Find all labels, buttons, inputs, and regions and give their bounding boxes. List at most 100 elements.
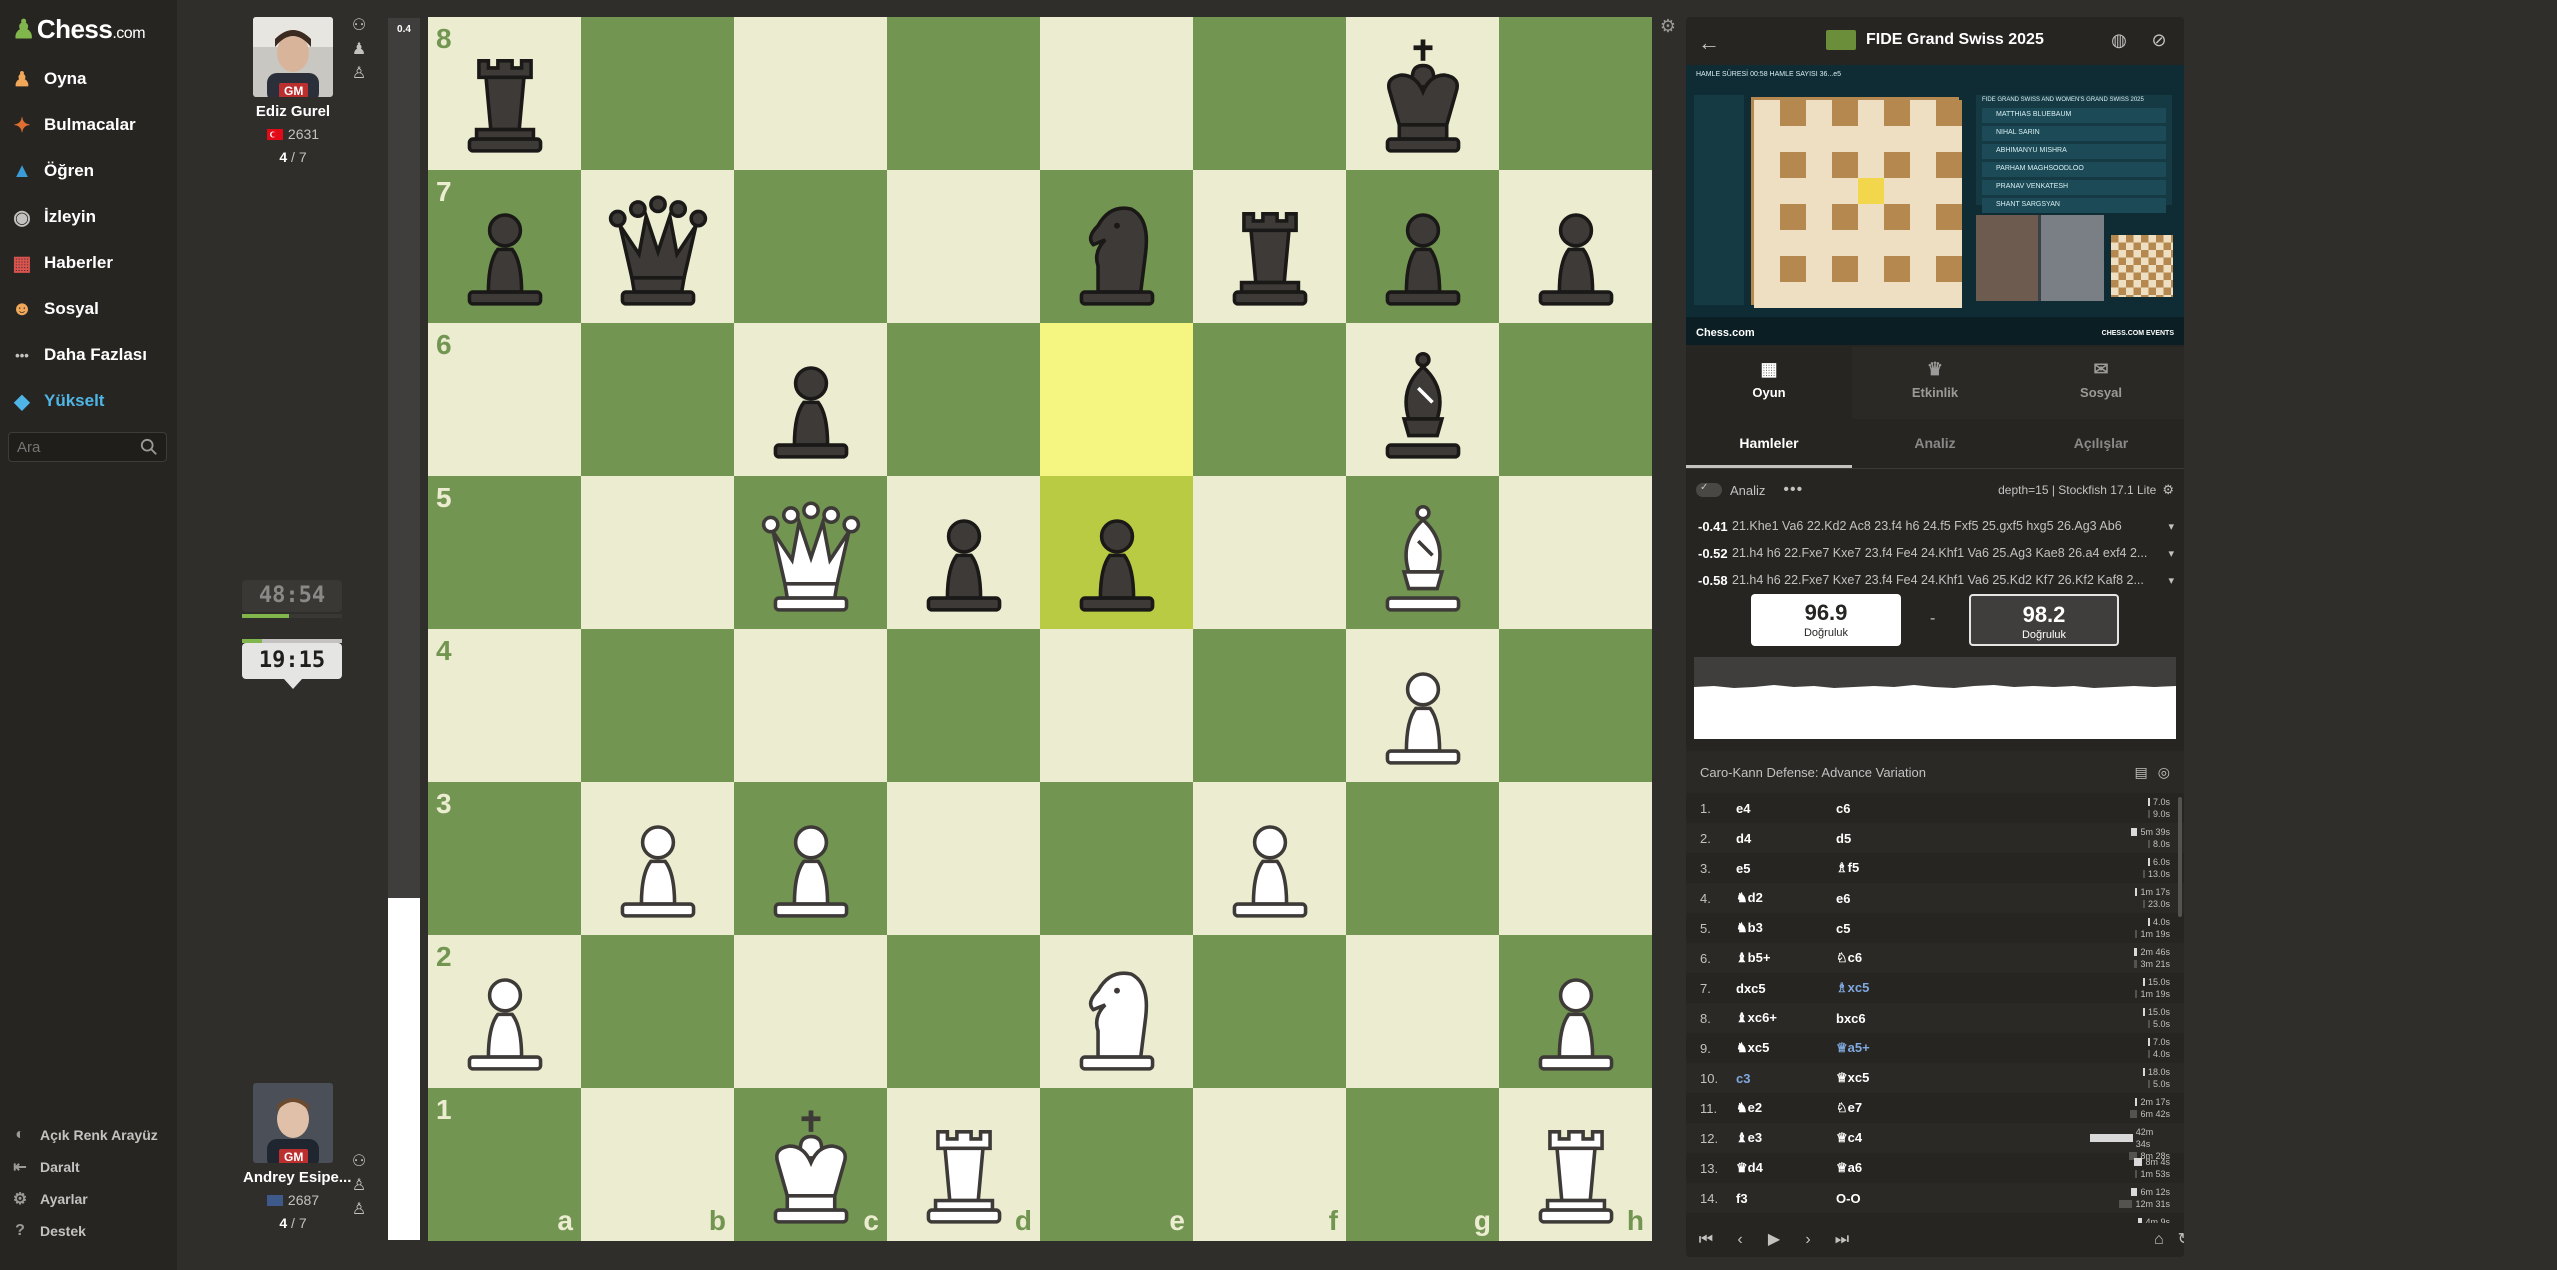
tab-board[interactable]: ▦ Oyun xyxy=(1686,347,1852,419)
black-move[interactable]: ♗f5 xyxy=(1836,860,2056,876)
white-pawn-icon[interactable] xyxy=(747,795,875,923)
next-move-icon[interactable]: › xyxy=(1798,1230,1818,1250)
square-a7[interactable]: 7 xyxy=(428,170,581,323)
square-a8[interactable]: 8 xyxy=(428,17,581,170)
square-e4[interactable] xyxy=(1040,629,1193,782)
square-f2[interactable] xyxy=(1193,935,1346,1088)
square-a1[interactable]: 1a xyxy=(428,1088,581,1241)
black-bishop-icon[interactable] xyxy=(1359,336,1487,464)
black-king-icon[interactable] xyxy=(1359,30,1487,158)
square-d1[interactable]: d xyxy=(887,1088,1040,1241)
square-f5[interactable] xyxy=(1193,476,1346,629)
square-h1[interactable]: h xyxy=(1499,1088,1652,1241)
square-d2[interactable] xyxy=(887,935,1040,1088)
square-c2[interactable] xyxy=(734,935,887,1088)
square-f3[interactable] xyxy=(1193,782,1346,935)
first-move-icon[interactable]: ⏮ xyxy=(1696,1230,1716,1250)
black-move[interactable]: bxc6 xyxy=(1836,1011,2056,1026)
compass-icon[interactable]: ◎ xyxy=(2158,764,2170,781)
square-a5[interactable]: 5 xyxy=(428,476,581,629)
more-options-icon[interactable]: ••• xyxy=(1783,481,1803,499)
square-g8[interactable] xyxy=(1346,17,1499,170)
head-to-head-icon[interactable]: ⚇ xyxy=(350,17,368,35)
board-settings-gear-icon[interactable]: ⚙ xyxy=(1658,16,1678,36)
white-move[interactable]: ♞d2 xyxy=(1736,890,1836,906)
engine-line[interactable]: -0.52 21.h4 h6 22.Fxe7 Kxe7 23.f4 Fe4 24.… xyxy=(1694,541,2174,565)
square-d7[interactable] xyxy=(887,170,1040,323)
opening-name[interactable]: Caro-Kann Defense: Advance Variation xyxy=(1700,765,1926,780)
chesscom-logo[interactable]: ♟Chess.com xyxy=(12,14,146,45)
square-d4[interactable] xyxy=(887,629,1040,782)
white-rook-icon[interactable] xyxy=(1512,1101,1640,1229)
white-rook-icon[interactable] xyxy=(900,1101,1028,1229)
square-f8[interactable] xyxy=(1193,17,1346,170)
black-move[interactable]: O-O xyxy=(1836,1191,2056,1206)
black-queen-icon[interactable] xyxy=(594,183,722,311)
black-knight-icon[interactable] xyxy=(1053,183,1181,311)
square-b7[interactable] xyxy=(581,170,734,323)
engine-settings-gear-icon[interactable]: ⚙ xyxy=(2162,482,2174,498)
subtab-3[interactable]: Açılışlar xyxy=(2018,419,2184,468)
sidebar-item-3[interactable]: ▲ Öğren xyxy=(10,154,94,188)
black-move[interactable]: ♕c4 xyxy=(1836,1130,2056,1146)
search-icon[interactable] xyxy=(140,438,158,456)
white-move[interactable]: ♝e3 xyxy=(1736,1130,1836,1146)
square-h7[interactable] xyxy=(1499,170,1652,323)
event-title[interactable]: FIDE Grand Swiss 2025 xyxy=(1866,31,2044,49)
pawn-outline-icon[interactable]: ♙ xyxy=(350,1201,368,1219)
back-arrow-icon[interactable]: ← xyxy=(1698,30,1720,55)
sidebar-item-2[interactable]: ✦ Bulmacalar xyxy=(10,108,136,142)
square-h2[interactable] xyxy=(1499,935,1652,1088)
engine-line[interactable]: -0.41 21.Khe1 Va6 22.Kd2 Ac8 23.f4 h6 24.… xyxy=(1694,514,2174,538)
black-move[interactable]: ♘c6 xyxy=(1836,950,2056,966)
white-pawn-icon[interactable] xyxy=(1512,948,1640,1076)
square-c1[interactable]: c xyxy=(734,1088,887,1241)
square-f6[interactable] xyxy=(1193,323,1346,476)
square-h6[interactable] xyxy=(1499,323,1652,476)
refresh-icon[interactable]: ↻ xyxy=(2178,1230,2184,1250)
square-b8[interactable] xyxy=(581,17,734,170)
white-move[interactable]: ♞b3 xyxy=(1736,920,1836,936)
chevron-down-icon[interactable]: ▾ xyxy=(2158,547,2174,560)
black-rook-icon[interactable] xyxy=(441,30,569,158)
square-f7[interactable] xyxy=(1193,170,1346,323)
engine-line[interactable]: -0.58 21.h4 h6 22.Fxe7 Kxe7 23.f4 Fe4 24.… xyxy=(1694,568,2174,592)
black-move[interactable]: c6 xyxy=(1836,801,2056,816)
square-g3[interactable] xyxy=(1346,782,1499,935)
sidebar-item-5[interactable]: ▦ Haberler xyxy=(10,246,113,280)
pawn-icon[interactable]: ♟ xyxy=(350,41,368,59)
white-move[interactable]: d4 xyxy=(1736,831,1836,846)
white-move[interactable]: ♞e2 xyxy=(1736,1100,1836,1116)
black-rook-icon[interactable] xyxy=(1206,183,1334,311)
square-g1[interactable]: g xyxy=(1346,1088,1499,1241)
black-pawn-icon[interactable] xyxy=(1359,183,1487,311)
square-c4[interactable] xyxy=(734,629,887,782)
square-d8[interactable] xyxy=(887,17,1040,170)
black-pawn-icon[interactable] xyxy=(1512,183,1640,311)
globe-icon[interactable]: ◍ xyxy=(2108,29,2130,51)
sidebar-item-1[interactable]: ♟ Oyna xyxy=(10,62,87,96)
square-a6[interactable]: 6 xyxy=(428,323,581,476)
black-pawn-icon[interactable] xyxy=(1053,489,1181,617)
white-pawn-icon[interactable] xyxy=(441,948,569,1076)
black-pawn-icon[interactable] xyxy=(747,336,875,464)
black-move[interactable]: c5 xyxy=(1836,921,2056,936)
square-b6[interactable] xyxy=(581,323,734,476)
previous-move-icon[interactable]: ‹ xyxy=(1730,1230,1750,1250)
square-e2[interactable] xyxy=(1040,935,1193,1088)
white-queen-icon[interactable] xyxy=(747,489,875,617)
broadcast-video[interactable]: HAMLE SÜRESİ 00:58 HAMLE SAYISI 36...e5 … xyxy=(1686,65,2184,345)
square-h4[interactable] xyxy=(1499,629,1652,782)
head-to-head-icon[interactable]: ⚇ xyxy=(350,1153,368,1171)
white-pawn-icon[interactable] xyxy=(594,795,722,923)
black-move[interactable]: e6 xyxy=(1836,891,2056,906)
square-g2[interactable] xyxy=(1346,935,1499,1088)
square-f1[interactable]: f xyxy=(1193,1088,1346,1241)
search-box[interactable] xyxy=(8,432,167,462)
chevron-down-icon[interactable]: ▾ xyxy=(2158,520,2174,533)
square-d5[interactable] xyxy=(887,476,1040,629)
square-c3[interactable] xyxy=(734,782,887,935)
square-h3[interactable] xyxy=(1499,782,1652,935)
square-e1[interactable]: e xyxy=(1040,1088,1193,1241)
evaluation-graph[interactable] xyxy=(1694,657,2176,739)
